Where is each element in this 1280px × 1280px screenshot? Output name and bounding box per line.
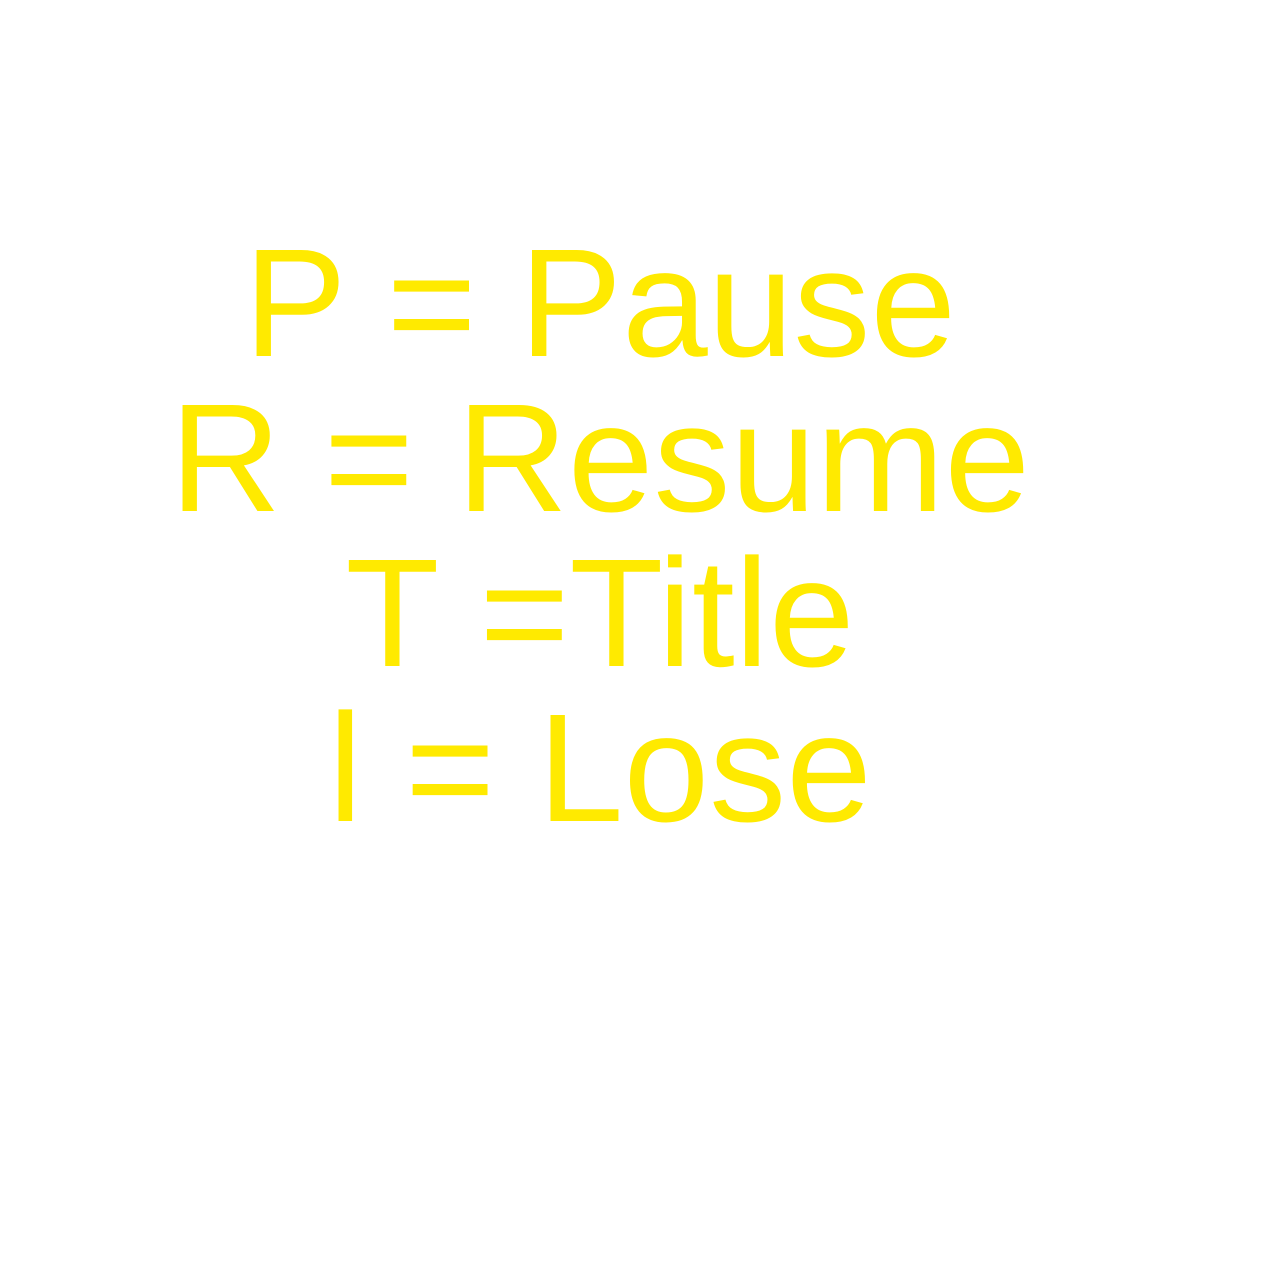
resume-key-instruction: R = Resume <box>169 372 1031 544</box>
pause-key-instruction: P = Pause <box>243 217 957 389</box>
game-screen: { "colors": { "background": "#ffffff", "… <box>0 0 1280 1280</box>
title-key-instruction: T =Title <box>345 527 855 699</box>
lose-key-instruction: l = Lose <box>328 682 872 854</box>
key-controls-list: P = Pause R = Resume T =Title l = Lose <box>0 226 1200 846</box>
